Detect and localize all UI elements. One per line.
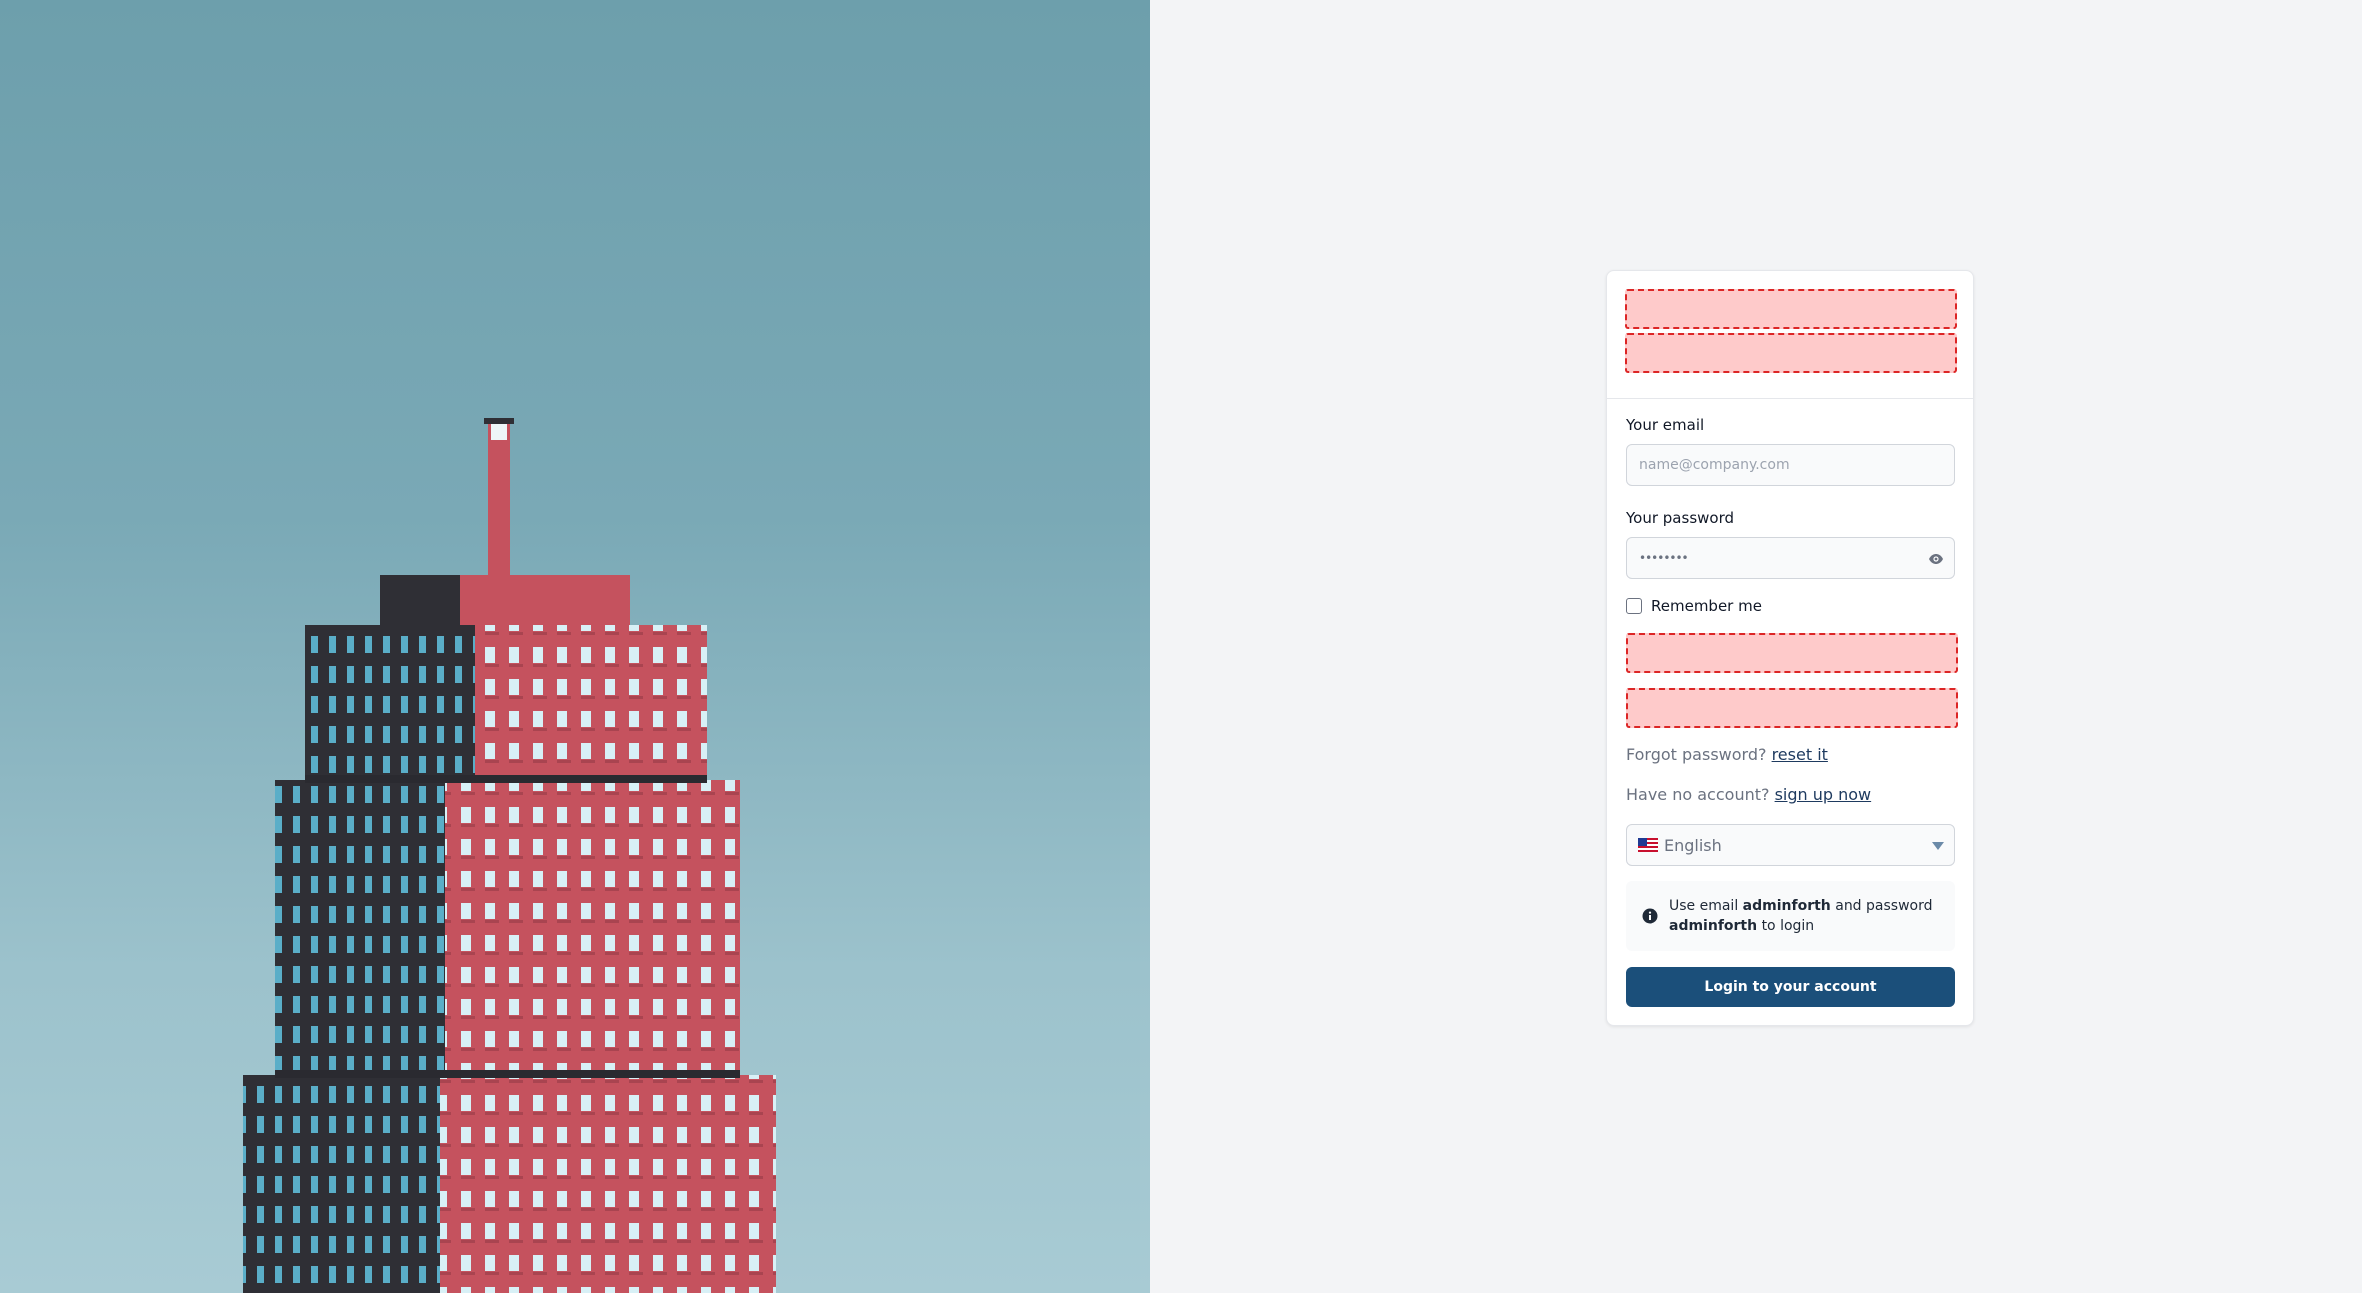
login-button[interactable]: Login to your account — [1626, 967, 1955, 1007]
remember-label[interactable]: Remember me — [1651, 597, 1762, 615]
header-placeholder-1 — [1625, 289, 1957, 329]
hero-image — [0, 0, 1150, 1293]
password-field[interactable]: •••••••• — [1626, 537, 1955, 579]
email-field[interactable]: name@company.com — [1626, 444, 1955, 486]
login-page: Your email name@company.com Your passwor… — [0, 0, 2362, 1293]
us-flag-icon — [1638, 838, 1658, 852]
forgot-text: Forgot password? — [1626, 745, 1767, 764]
hint-middle: and password — [1835, 898, 1933, 914]
form-placeholders — [1626, 633, 1958, 728]
hint-suffix: to login — [1761, 918, 1815, 934]
forgot-password: Forgot password? reset it — [1626, 745, 1955, 765]
header-placeholder-2 — [1625, 333, 1957, 373]
reset-link[interactable]: reset it — [1772, 745, 1828, 764]
noacct-text: Have no account? — [1626, 785, 1770, 804]
email-placeholder: name@company.com — [1639, 457, 1790, 473]
login-card: Your email name@company.com Your passwor… — [1606, 270, 1974, 1026]
card-header — [1607, 271, 1973, 399]
email-label: Your email — [1626, 416, 1705, 434]
login-area: Your email name@company.com Your passwor… — [1150, 0, 2362, 1293]
form-placeholder-1 — [1626, 633, 1958, 673]
hint-text: Use email adminforth and password adminf… — [1669, 896, 1941, 936]
signup-prompt: Have no account? sign up now — [1626, 785, 1955, 805]
password-label: Your password — [1626, 509, 1735, 527]
login-hint: Use email adminforth and password adminf… — [1626, 881, 1955, 951]
building-illustration — [243, 418, 776, 1293]
hint-password: adminforth — [1669, 918, 1758, 934]
hint-email: adminforth — [1742, 898, 1831, 914]
info-circle-icon — [1642, 908, 1658, 924]
remember-checkbox[interactable] — [1626, 597, 1642, 614]
language-select[interactable]: English — [1626, 824, 1955, 866]
chevron-down-icon[interactable] — [1932, 842, 1944, 850]
remember-me: Remember me — [1626, 597, 1955, 615]
form-placeholder-2 — [1626, 688, 1958, 728]
hint-prefix: Use email — [1669, 898, 1739, 914]
eye-icon[interactable] — [1928, 551, 1944, 567]
language-value: English — [1664, 835, 1722, 855]
password-value: •••••••• — [1639, 551, 1689, 565]
signup-link[interactable]: sign up now — [1775, 785, 1872, 804]
login-form: Your email name@company.com Your passwor… — [1607, 399, 1973, 1007]
